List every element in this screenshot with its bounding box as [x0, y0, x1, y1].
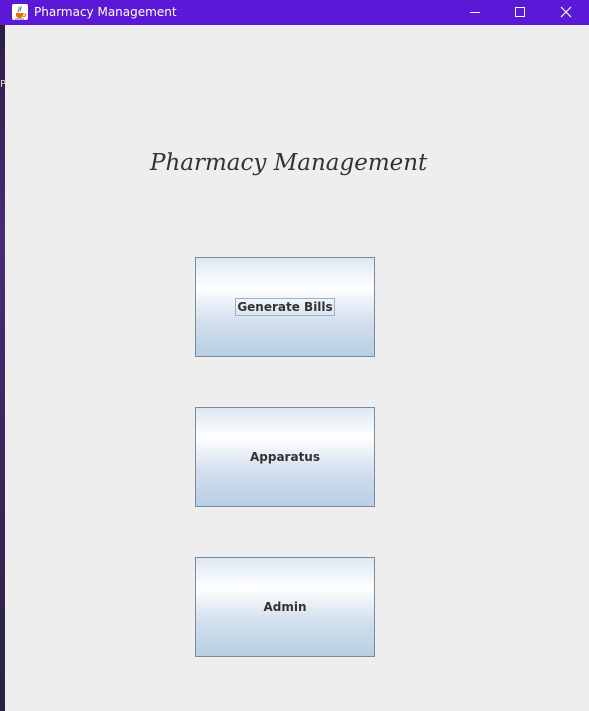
admin-label: Admin: [263, 600, 307, 614]
close-button[interactable]: [543, 0, 589, 25]
minimize-button[interactable]: [452, 0, 498, 25]
background-edge-text: P: [0, 79, 7, 90]
window-title: Pharmacy Management: [34, 5, 177, 19]
apparatus-button[interactable]: Apparatus: [195, 407, 375, 507]
title-bar[interactable]: Pharmacy Management: [0, 0, 589, 25]
java-cup-icon: [12, 4, 28, 20]
minimize-icon: [470, 12, 480, 13]
apparatus-label: Apparatus: [249, 450, 320, 464]
app-window: Pharmacy Management P Pharmacy Managemen…: [0, 0, 589, 711]
background-window-edge: P: [0, 25, 7, 711]
maximize-icon: [515, 7, 525, 17]
close-icon: [560, 6, 572, 18]
page-title: Pharmacy Management: [150, 150, 428, 176]
admin-button[interactable]: Admin: [195, 557, 375, 657]
generate-bills-button[interactable]: Generate Bills: [195, 257, 375, 357]
generate-bills-label: Generate Bills: [235, 298, 335, 316]
maximize-button[interactable]: [497, 0, 543, 25]
